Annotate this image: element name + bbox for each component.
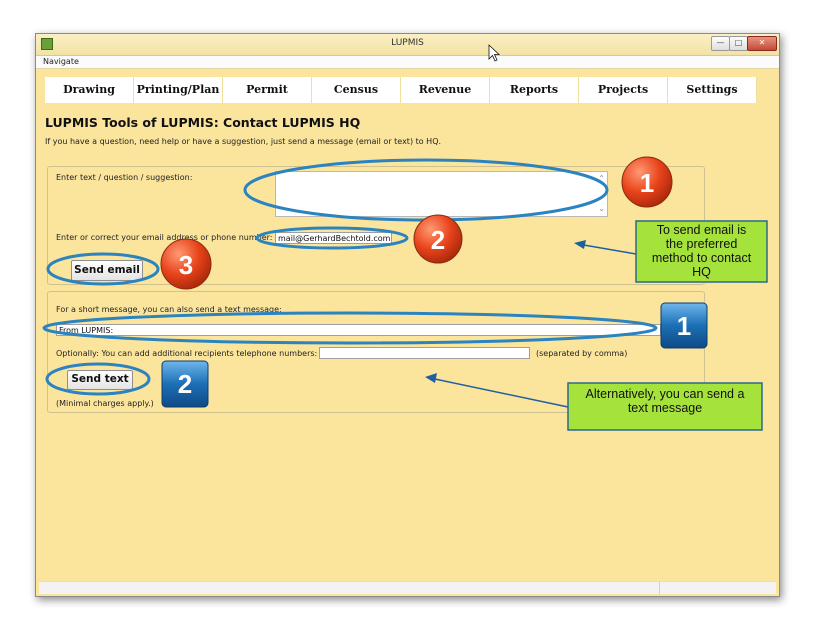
email-arrow-head — [574, 240, 586, 249]
text-callout-arrow — [429, 377, 569, 408]
email-step-badge-3-label: 3 — [179, 250, 193, 280]
email-callout-line-3: method to contact — [651, 251, 752, 265]
text-callout-line-1: Alternatively, you can send a — [585, 387, 745, 401]
email-callout-line-2: the preferred — [665, 237, 738, 251]
email-highlight-ring — [255, 226, 409, 250]
text-step-badge-2: 2 — [161, 360, 209, 408]
email-callout-line-1: To send email is — [656, 223, 747, 237]
text-callout-line-2: text message — [627, 401, 703, 415]
textarea-highlight-ring — [243, 158, 609, 222]
text-callout-text: Alternatively, you can send a text messa… — [568, 387, 762, 415]
email-step-badge-3: 3 — [160, 238, 212, 290]
text-step-badge-1: 1 — [660, 302, 708, 349]
annotation-overlay: 1 2 3 1 2 — [42, 44, 768, 431]
email-callout-text: To send email is the preferred method to… — [636, 223, 767, 279]
email-step-badge-2-label: 2 — [431, 225, 445, 255]
text-step-badge-1-label: 1 — [677, 311, 691, 341]
text-step-badge-2-label: 2 — [178, 369, 192, 399]
mouse-pointer-icon — [488, 44, 501, 62]
email-step-badge-1-label: 1 — [640, 168, 654, 198]
send-text-highlight-ring — [45, 362, 151, 396]
email-step-badge-2: 2 — [413, 214, 463, 264]
text-arrow-head — [425, 373, 437, 383]
email-callout-arrow — [577, 243, 637, 255]
email-callout-line-4: HQ — [692, 265, 711, 279]
send-email-highlight-ring — [46, 252, 160, 286]
text-message-highlight-ring — [42, 311, 658, 345]
email-step-badge-1: 1 — [621, 156, 673, 208]
